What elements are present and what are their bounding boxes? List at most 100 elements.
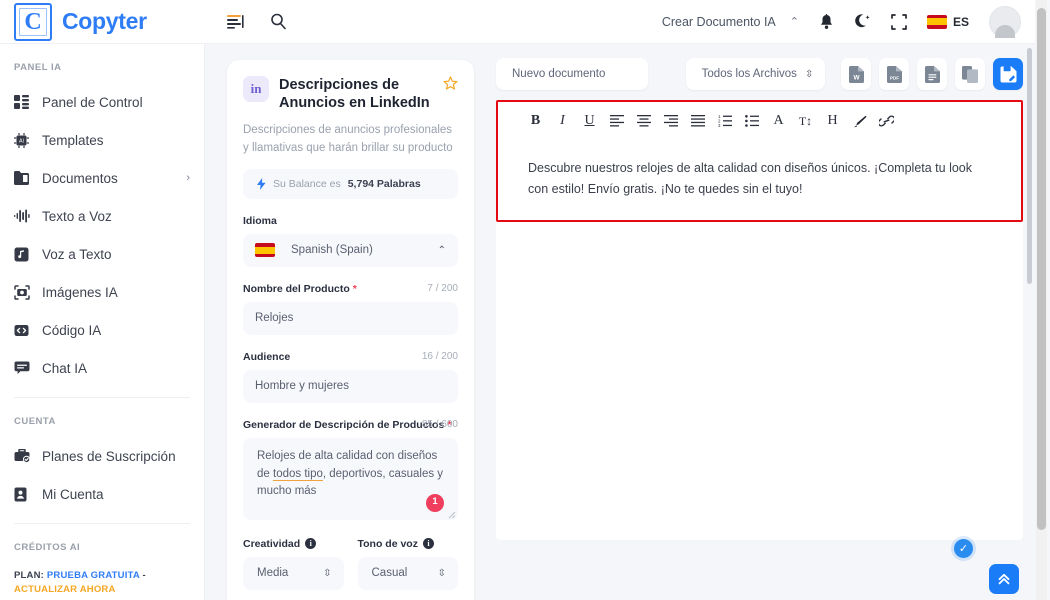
sidebar-item-planes-de-suscripcion[interactable]: Planes de Suscripción: [0, 437, 204, 475]
unordered-list-icon[interactable]: [738, 106, 765, 136]
sidebar-section-panel: PANEL IA: [14, 62, 62, 73]
align-left-icon[interactable]: [603, 106, 630, 136]
heading-icon[interactable]: H: [819, 106, 846, 136]
sidebar-item-texto-a-voz[interactable]: Texto a Voz: [0, 197, 204, 235]
brand-logo-letter: C: [24, 8, 42, 35]
sidebar-item-label: Planes de Suscripción: [42, 448, 176, 464]
bell-icon[interactable]: [819, 13, 834, 30]
creativity-value: Media: [257, 567, 289, 580]
documents-icon: [14, 171, 42, 185]
audience-label-text: Audience: [243, 350, 291, 363]
svg-text:W: W: [853, 74, 860, 81]
sidebar-item-label: Texto a Voz: [42, 208, 112, 224]
description-counter: 85 / 600: [421, 419, 458, 431]
language-label: Idioma: [243, 215, 458, 227]
ai-chip-icon: AI: [14, 132, 42, 148]
sidebar-item-chat-ia[interactable]: Chat IA: [0, 349, 204, 387]
font-color-icon[interactable]: A: [765, 106, 792, 136]
language-select[interactable]: Spanish (Spain) ⌃: [243, 233, 458, 267]
chat-icon: [14, 361, 42, 375]
star-outline-icon[interactable]: [443, 76, 458, 91]
align-center-icon[interactable]: [630, 106, 657, 136]
language-code: ES: [952, 14, 969, 29]
info-icon[interactable]: i: [305, 538, 317, 550]
hamburger-icon[interactable]: [227, 14, 244, 29]
plan-name[interactable]: PRUEBA GRATUITA: [47, 570, 140, 581]
italic-icon[interactable]: I: [549, 106, 576, 136]
file-filter-select[interactable]: Todos los Archivos ⇳: [685, 58, 826, 90]
sidebar-item-panel-de-control[interactable]: Panel de Control: [0, 83, 204, 121]
required-asterisk: *: [352, 282, 357, 295]
info-icon[interactable]: i: [422, 538, 434, 550]
template-panel: in Descripciones de Anuncios en LinkedIn…: [205, 44, 488, 600]
product-name-input[interactable]: Relojes: [243, 301, 458, 335]
updown-chevron-icon: ⇳: [804, 68, 814, 80]
audience-input[interactable]: Hombre y mujeres: [243, 369, 458, 403]
spain-flag-icon: [255, 243, 275, 258]
audience-label: Audience 16 / 200: [243, 351, 458, 363]
create-document-link[interactable]: Crear Documento IA: [662, 15, 776, 29]
avatar[interactable]: [989, 5, 1021, 38]
creativity-label-text: Creatividad: [243, 537, 301, 550]
creativity-select[interactable]: Media ⇳: [243, 556, 344, 590]
ordered-list-icon[interactable]: 123: [711, 106, 738, 136]
copy-button[interactable]: [955, 58, 986, 90]
scroll-to-top-button[interactable]: [989, 564, 1019, 594]
sidebar-item-label: Documentos: [42, 170, 118, 186]
highlight-icon[interactable]: [846, 106, 873, 136]
file-filter-value: Todos los Archivos: [701, 68, 797, 80]
export-text-button[interactable]: [917, 58, 948, 90]
compress-icon[interactable]: [891, 13, 907, 30]
waveform-icon: [14, 209, 42, 223]
export-word-button[interactable]: W: [841, 58, 872, 90]
description-label-text: Generador de Descripción de Productos: [243, 418, 445, 431]
bold-icon[interactable]: B: [522, 106, 549, 136]
chevron-up-icon[interactable]: ⌃: [790, 15, 799, 28]
moon-icon[interactable]: [854, 13, 871, 30]
updown-chevron-icon: ⇳: [323, 567, 332, 579]
document-canvas[interactable]: [496, 220, 1023, 540]
app-root: C Copyter Crear Documento IA ⌃ ES PANEL …: [0, 0, 1050, 600]
language-switcher[interactable]: ES: [926, 14, 969, 29]
document-editor[interactable]: Descubre nuestros relojes de alta calida…: [498, 140, 1021, 199]
sidebar-item-mi-cuenta[interactable]: Mi Cuenta: [0, 475, 204, 513]
check-circle-icon[interactable]: ✓: [954, 539, 973, 558]
product-name-value: Relojes: [255, 312, 294, 325]
sidebar-item-templates[interactable]: AI Templates: [0, 121, 204, 159]
search-icon[interactable]: [270, 13, 287, 30]
page-scrollbar[interactable]: [1036, 0, 1047, 600]
language-label-text: Idioma: [243, 214, 277, 227]
description-error-badge[interactable]: 1: [426, 493, 444, 512]
font-size-icon[interactable]: T↕: [792, 106, 819, 136]
link-icon[interactable]: [873, 106, 900, 136]
new-document-input[interactable]: Nuevo documento: [496, 58, 648, 90]
sidebar-item-codigo-ia[interactable]: Código IA: [0, 311, 204, 349]
sidebar-item-imagenes-ia[interactable]: Imágenes IA: [0, 273, 204, 311]
sidebar-item-voz-a-texto[interactable]: Voz a Texto: [0, 235, 204, 273]
tone-field: Tono de voz i Casual ⇳: [357, 522, 458, 590]
sidebar-item-label: Templates: [42, 132, 104, 148]
format-toolbar: B I U 123 A T↕ H: [498, 102, 1021, 140]
top-bar: C Copyter Crear Documento IA ⌃ ES: [0, 0, 1035, 44]
align-justify-icon[interactable]: [684, 106, 711, 136]
sidebar-section-account: CUENTA: [14, 416, 56, 427]
underline-icon[interactable]: U: [576, 106, 603, 136]
document-inner-scrollbar[interactable]: [1027, 48, 1032, 284]
tone-select[interactable]: Casual ⇳: [357, 556, 458, 590]
dashboard-icon: [14, 95, 42, 109]
resize-handle-icon[interactable]: [447, 510, 456, 519]
description-textarea[interactable]: Relojes de alta calidad con diseños de t…: [243, 437, 458, 520]
brand[interactable]: C Copyter: [0, 2, 205, 41]
page-scrollbar-thumb[interactable]: [1037, 8, 1046, 530]
export-pdf-button[interactable]: PDF: [879, 58, 910, 90]
spain-flag-icon: [926, 14, 947, 29]
sidebar-item-label: Chat IA: [42, 360, 88, 376]
brand-name: Copyter: [62, 8, 147, 34]
align-right-icon[interactable]: [657, 106, 684, 136]
save-document-button[interactable]: [993, 58, 1023, 90]
plan-upgrade-link[interactable]: ACTUALIZAR AHORA: [14, 584, 116, 595]
code-icon: [14, 323, 42, 338]
document-toolbar: Nuevo documento Todos los Archivos ⇳ W P…: [496, 58, 1023, 90]
sidebar-section-credits: CRÉDITOS AI: [14, 542, 81, 553]
sidebar-item-documentos[interactable]: Documentos ›: [0, 159, 204, 197]
